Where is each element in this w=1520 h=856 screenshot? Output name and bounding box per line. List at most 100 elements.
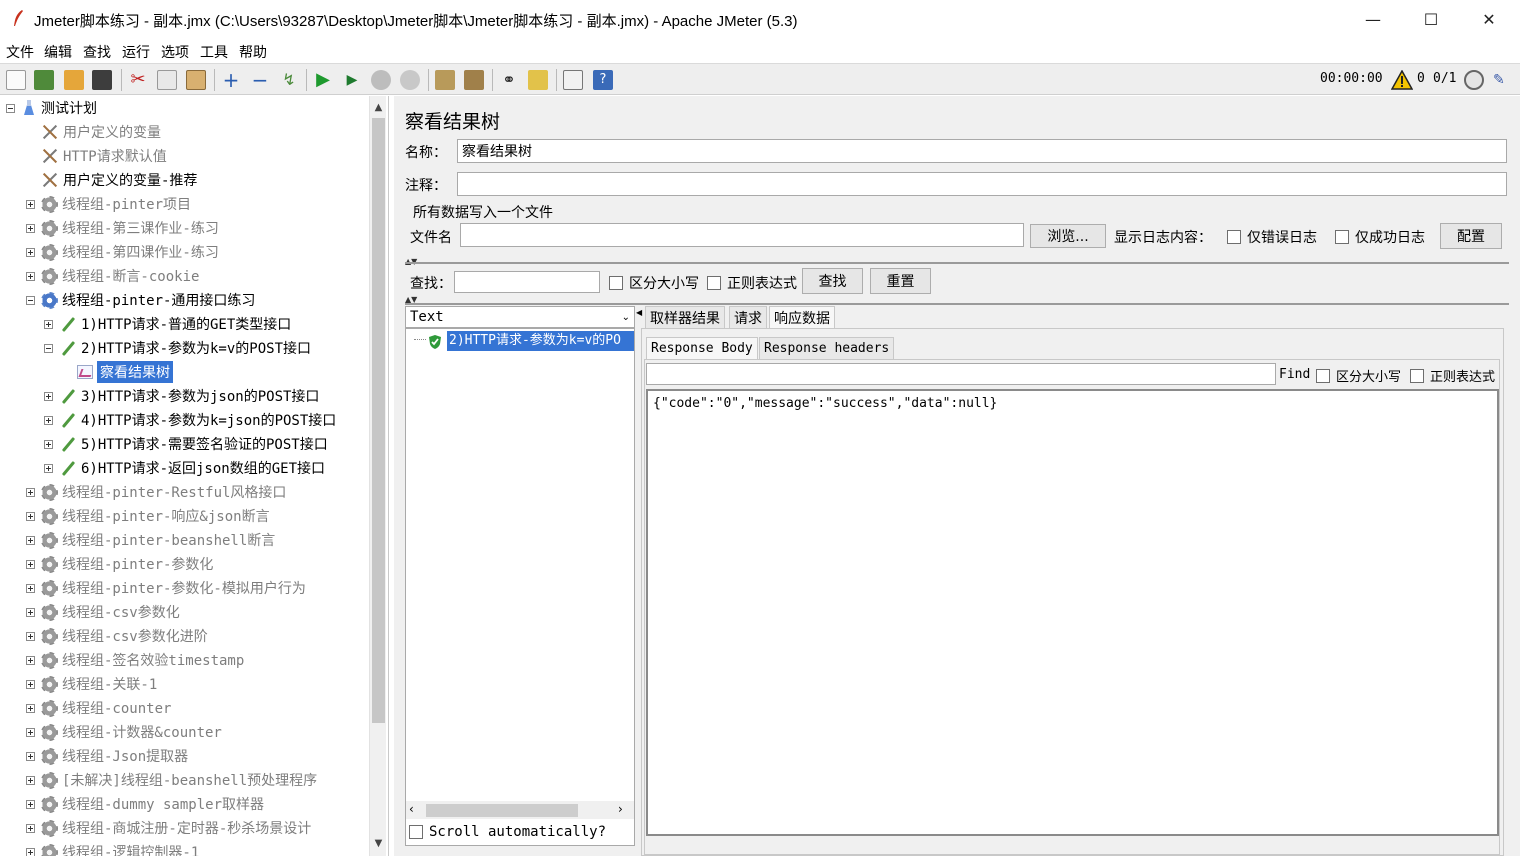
start-icon[interactable]: ▶ — [313, 70, 333, 90]
results-hscroll-thumb[interactable] — [426, 804, 578, 817]
paste-icon[interactable] — [186, 70, 206, 90]
tree-node[interactable]: 4)HTTP请求-参数为k=json的POST接口 — [44, 409, 336, 431]
tree-node[interactable]: 线程组-pinter-beanshell断言 — [26, 529, 275, 551]
tab-request[interactable]: 请求 — [729, 306, 767, 328]
save-icon[interactable] — [92, 70, 112, 90]
expand-node-icon[interactable] — [26, 535, 35, 545]
cut-icon[interactable]: ✂ — [128, 70, 148, 90]
tree-node[interactable]: 线程组-dummy sampler取样器 — [26, 793, 264, 815]
tree-root[interactable]: 测试计划 — [6, 97, 97, 119]
find-case-box[interactable] — [1316, 368, 1330, 383]
expand-node-icon[interactable] — [26, 487, 35, 497]
subtab-response-body[interactable]: Response Body — [646, 337, 758, 359]
copy-icon[interactable] — [157, 70, 177, 90]
clear-all-icon[interactable] — [464, 70, 484, 90]
expand-node-icon[interactable] — [26, 799, 35, 809]
expand-node-icon[interactable] — [44, 391, 53, 401]
close-button[interactable]: ✕ — [1460, 0, 1518, 38]
menu-tools[interactable]: 工具 — [200, 42, 228, 62]
expand-node-icon[interactable] — [26, 847, 35, 856]
collapse-icon[interactable]: − — [250, 70, 270, 90]
clear-icon[interactable] — [435, 70, 455, 90]
tree-node[interactable]: 用户定义的变量 — [26, 121, 161, 143]
feather-log-icon[interactable]: ✎ — [1493, 72, 1511, 88]
tree-node[interactable]: 1)HTTP请求-普通的GET类型接口 — [44, 313, 291, 335]
success-only-checkbox[interactable]: 仅成功日志 — [1335, 227, 1425, 247]
find-regex-box[interactable] — [1410, 368, 1424, 383]
scroll-auto-box[interactable] — [409, 825, 423, 839]
tree-node[interactable]: 线程组-pinter-通用接口练习 — [26, 289, 255, 311]
expand-node-icon[interactable] — [44, 415, 53, 425]
search-icon[interactable]: ⚭ — [499, 70, 519, 90]
tree-node[interactable]: 3)HTTP请求-参数为json的POST接口 — [44, 385, 319, 407]
tree-node[interactable]: 线程组-关联-1 — [26, 673, 157, 695]
templates-icon[interactable] — [34, 70, 54, 90]
expand-node-icon[interactable] — [26, 727, 35, 737]
expand-node-icon[interactable] — [26, 631, 35, 641]
expand-node-icon[interactable] — [44, 439, 53, 449]
expand-node-icon[interactable] — [26, 607, 35, 617]
menu-run[interactable]: 运行 — [122, 42, 150, 62]
errors-only-checkbox[interactable]: 仅错误日志 — [1227, 227, 1317, 247]
scroll-auto-checkbox[interactable]: Scroll automatically? — [409, 824, 606, 840]
tree-node[interactable]: 6)HTTP请求-返回json数组的GET接口 — [44, 457, 325, 479]
menu-help[interactable]: 帮助 — [239, 42, 267, 62]
tree-node[interactable]: 2)HTTP请求-参数为k=v的POST接口 — [44, 337, 311, 359]
expand-node-icon[interactable] — [26, 751, 35, 761]
search-case-checkbox[interactable]: 区分大小写 — [609, 273, 699, 293]
tree-node[interactable]: 线程组-签名效验timestamp — [26, 649, 244, 671]
tree-node[interactable]: 线程组-商城注册-定时器-秒杀场景设计 — [26, 817, 311, 839]
tree-node[interactable]: 线程组-pinter-Restful风格接口 — [26, 481, 286, 503]
expand-node-icon[interactable] — [26, 247, 35, 257]
scroll-left-icon[interactable]: ‹ — [409, 802, 414, 816]
new-icon[interactable] — [6, 70, 26, 90]
expand-node-icon[interactable] — [26, 271, 35, 281]
result-item[interactable]: 2)HTTP请求-参数为k=v的PO — [447, 331, 634, 351]
search-regex-checkbox[interactable]: 正则表达式 — [707, 273, 797, 293]
shutdown-icon[interactable] — [400, 70, 420, 90]
expand-icon[interactable]: + — [221, 70, 241, 90]
comment-input[interactable] — [457, 172, 1507, 196]
scroll-down-icon[interactable]: ▼ — [370, 834, 387, 852]
config-button[interactable]: 配置 — [1440, 223, 1502, 249]
tree-node[interactable]: 线程组-pinter-参数化-模拟用户行为 — [26, 577, 306, 599]
reset-button[interactable]: 重置 — [870, 268, 931, 294]
collapse-node-icon[interactable] — [44, 343, 53, 353]
collapse-node-icon[interactable] — [26, 295, 35, 305]
tree-node[interactable]: 线程组-断言-cookie — [26, 265, 199, 287]
minimize-button[interactable]: — — [1344, 0, 1402, 38]
tree-node[interactable]: 用户定义的变量-推荐 — [26, 169, 197, 191]
function-helper-icon[interactable] — [563, 70, 583, 90]
open-icon[interactable] — [64, 70, 84, 90]
find-case-checkbox[interactable]: 区分大小写 — [1316, 366, 1401, 385]
expand-node-icon[interactable] — [26, 511, 35, 521]
expand-node-icon[interactable] — [26, 223, 35, 233]
tree-node[interactable]: 5)HTTP请求-需要签名验证的POST接口 — [44, 433, 328, 455]
expand-node-icon[interactable] — [26, 583, 35, 593]
expand-node-icon[interactable] — [26, 199, 35, 209]
tree-node[interactable]: 线程组-第三课作业-练习 — [26, 217, 219, 239]
tree-node[interactable]: 线程组-pinter-参数化 — [26, 553, 213, 575]
menu-edit[interactable]: 编辑 — [44, 42, 72, 62]
search-button[interactable]: 查找 — [802, 268, 863, 294]
find-input[interactable] — [646, 363, 1276, 385]
tree-scrollbar-thumb[interactable] — [372, 118, 385, 723]
browse-button[interactable]: 浏览... — [1030, 224, 1106, 248]
expand-node-icon[interactable] — [44, 319, 53, 329]
tree-node[interactable]: HTTP请求默认值 — [26, 145, 167, 167]
search-regex-box[interactable] — [707, 276, 721, 290]
tree-node[interactable]: 线程组-pinter项目 — [26, 193, 191, 215]
menu-file[interactable]: 文件 — [6, 42, 34, 62]
expand-node-icon[interactable] — [26, 679, 35, 689]
success-only-box[interactable] — [1335, 230, 1349, 244]
tree-node[interactable]: 线程组-第四课作业-练习 — [26, 241, 219, 263]
tree-node[interactable]: 线程组-csv参数化进阶 — [26, 625, 208, 647]
reset-search-icon[interactable] — [528, 70, 548, 90]
tree-node[interactable]: 线程组-计数器&counter — [26, 721, 222, 743]
stop-icon[interactable] — [371, 70, 391, 90]
scroll-right-icon[interactable]: › — [618, 802, 623, 816]
tree-node[interactable]: 线程组-pinter-响应&json断言 — [26, 505, 270, 527]
collapse-root-icon[interactable] — [6, 103, 15, 113]
scroll-up-icon[interactable]: ▲ — [370, 98, 387, 116]
tree-scrollbar[interactable]: ▲ ▼ — [369, 96, 386, 856]
